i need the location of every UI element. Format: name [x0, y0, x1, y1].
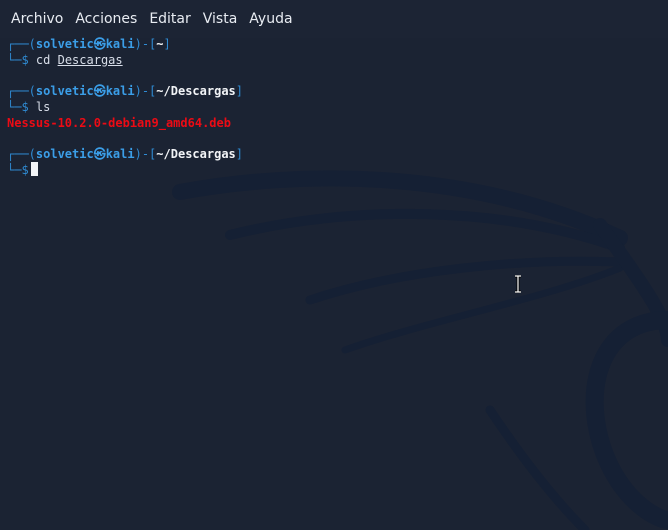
terminal-output[interactable]: ┌──(solvetic㉿kali)-[~] └─$ cd Descargas … [7, 36, 668, 530]
prompt-user: solvetic㉿kali [35, 37, 135, 51]
text-cursor [30, 162, 38, 176]
prompt-command-line: └─$ cd Descargas [7, 53, 123, 67]
command-argument: Descargas [57, 53, 123, 67]
prompt-path: ~/Descargas [156, 147, 236, 161]
menu-archivo[interactable]: Archivo [0, 11, 69, 27]
command-output-file: Nessus-10.2.0-debian9_amd64.deb [7, 116, 231, 130]
command: ls [35, 100, 51, 114]
prompt-user: solvetic㉿kali [35, 84, 135, 98]
prompt-path: ~/Descargas [156, 84, 236, 98]
menu-vista[interactable]: Vista [197, 11, 244, 27]
command: cd [35, 53, 51, 67]
prompt-path: ~ [156, 37, 164, 51]
prompt-command-line: └─$ [7, 162, 668, 178]
ibeam-cursor-icon [515, 275, 521, 293]
prompt-header: ┌──(solvetic㉿kali)-[~] [7, 37, 171, 51]
menu-bar: Archivo Acciones Editar Vista Ayuda [0, 0, 668, 38]
menu-acciones[interactable]: Acciones [69, 11, 143, 27]
prompt-user: solvetic㉿kali [35, 147, 135, 161]
menu-ayuda[interactable]: Ayuda [243, 11, 298, 27]
prompt-command-line: └─$ ls [7, 100, 51, 114]
prompt-header: ┌──(solvetic㉿kali)-[~/Descargas] [7, 84, 244, 98]
menu-editar[interactable]: Editar [143, 11, 196, 27]
prompt-header: ┌──(solvetic㉿kali)-[~/Descargas] [7, 147, 244, 161]
